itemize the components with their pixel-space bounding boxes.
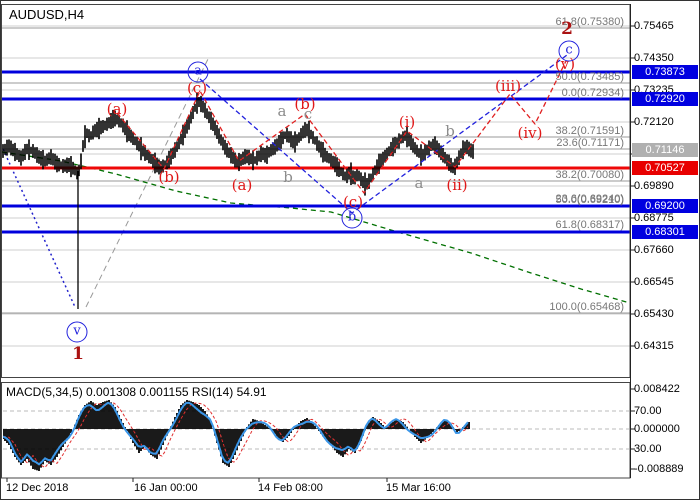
wave-label: (a): [107, 100, 128, 118]
fib-level-label: 23.6(0.71171): [556, 137, 624, 149]
price-tick-label: 0.65430: [634, 308, 674, 320]
wave-label: (iv): [518, 124, 543, 142]
price-level-badge: 0.71146: [632, 143, 698, 157]
price-tick-label: 0.67660: [634, 244, 674, 256]
price-level-badge: 0.69200: [632, 199, 698, 213]
wave-label: 2: [561, 19, 573, 39]
wave-label: a: [415, 174, 424, 192]
price-level-badge: 0.70527: [632, 161, 698, 175]
macd-tick-label: 0.008422: [634, 383, 680, 395]
chart-window: AUDUSD,H4 0.754650.743500.732350.721200.…: [0, 0, 700, 500]
wave-label: c: [559, 41, 580, 62]
macd-tick-label: -0.008889: [634, 463, 684, 475]
price-tick-label: 0.69890: [634, 180, 674, 192]
price-level-badge: 0.72920: [632, 92, 698, 106]
price-tick-label: 0.64315: [634, 340, 674, 352]
wave-label: v: [67, 322, 88, 343]
date-tick-label: 16 Jan 00:00: [134, 482, 198, 494]
macd-tick-label: 30.00: [634, 443, 662, 455]
wave-label: (iii): [495, 77, 521, 95]
price-tick-label: 0.66545: [634, 276, 674, 288]
date-tick-label: 12 Dec 2018: [6, 482, 68, 494]
wave-label: b: [342, 208, 363, 229]
fib-level-label: 38.2(0.70080): [556, 169, 625, 181]
wave-label: (ii): [446, 176, 467, 194]
macd-tick-label: 0.000000: [634, 423, 680, 435]
date-tick-label: 15 Mar 16:00: [386, 482, 451, 494]
fib-level-label: 100.0(0.65468): [549, 301, 624, 313]
wave-label: a: [278, 102, 287, 120]
wave-label: b: [445, 122, 455, 140]
wave-label: (a): [232, 176, 253, 194]
wave-label: (i): [399, 113, 416, 131]
fib-level-label: 38.2(0.71591): [556, 125, 625, 137]
macd-indicator-header: MACD(5,34,5) 0.001308 0.001155 RSI(14) 5…: [6, 385, 267, 399]
macd-tick-label: 70.00: [634, 405, 662, 417]
fib-level-label: 61.8(0.68317): [556, 219, 625, 231]
fib-level-label: 0.0(0.72934): [562, 87, 624, 99]
symbol-timeframe-label: AUDUSD,H4: [9, 7, 84, 22]
wave-label: (b): [158, 168, 179, 186]
date-tick-label: 14 Feb 08:00: [258, 482, 323, 494]
price-tick-label: 0.74350: [634, 52, 674, 64]
fib-level-label: 50.0(0.69210): [556, 194, 625, 206]
wave-label: b: [283, 168, 293, 186]
wave-label: 1: [72, 344, 84, 364]
price-tick-label: 0.75465: [634, 20, 674, 32]
price-tick-label: 0.68775: [634, 212, 674, 224]
price-tick-label: 0.72120: [634, 116, 674, 128]
wave-label: (b): [294, 95, 315, 113]
price-level-badge: 0.68301: [632, 225, 698, 239]
price-level-badge: 0.73873: [632, 65, 698, 79]
wave-label: a: [188, 62, 209, 83]
